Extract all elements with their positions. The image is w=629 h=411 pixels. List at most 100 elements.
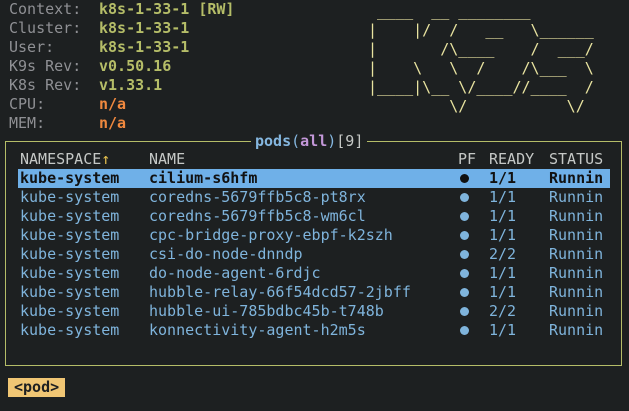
- column-header-pf[interactable]: PF: [458, 150, 484, 169]
- sort-arrow-icon: ↑: [101, 150, 111, 168]
- k9s-logo: ____ __ ________ | |/ / __ \______ | /\_…: [368, 2, 594, 115]
- k8s-rev-label: K8s Rev:: [9, 76, 82, 94]
- context-label: Context:: [9, 0, 82, 18]
- cell-namespace: kube-system: [20, 188, 120, 206]
- cell-pf: [458, 245, 484, 264]
- cell-name: coredns-5679ffb5c8-pt8rx: [149, 188, 366, 206]
- mem-value: n/a: [99, 114, 127, 132]
- table-row[interactable]: kube-system konnectivity-agent-h2m5s 1/1 Ru…: [18, 321, 610, 340]
- cell-pf: [458, 207, 484, 226]
- cell-namespace: kube-system: [20, 207, 120, 225]
- port-forward-dot-icon: [460, 174, 469, 183]
- table-row[interactable]: kube-system hubble-relay-66f54dcd57-2jbff…: [18, 283, 610, 302]
- cell-status: Runnin: [549, 321, 604, 339]
- cell-status: Runnin: [549, 226, 604, 244]
- port-forward-dot-icon: [460, 212, 469, 221]
- header-k9s-rev: K9s Rev: v0.50.16: [9, 57, 171, 76]
- column-header-name[interactable]: NAME: [149, 150, 454, 169]
- header-context: Context: k8s-1-33-1 [RW]: [9, 0, 234, 19]
- pane-resource: pods: [255, 132, 292, 150]
- table-row[interactable]: kube-system cilium-s6hfm 1/1 Runnin: [18, 169, 610, 188]
- header-cluster: Cluster: k8s-1-33-1: [9, 19, 189, 38]
- header-mem: MEM: n/a: [9, 114, 126, 133]
- cell-pf: [458, 226, 484, 245]
- table-body: kube-system cilium-s6hfm 1/1 Runnin kube-sys…: [18, 169, 610, 340]
- cell-status: Runnin: [549, 188, 604, 206]
- table-row[interactable]: kube-system do-node-agent-6rdjc 1/1 Runnin: [18, 264, 610, 283]
- table-row[interactable]: kube-system cpc-bridge-proxy-ebpf-k2szh 1/…: [18, 226, 610, 245]
- pane-count: [9]: [336, 132, 364, 150]
- table-row[interactable]: kube-system csi-do-node-dnndp 2/2 Runnin: [18, 245, 610, 264]
- k9s-rev-value: v0.50.16: [99, 57, 172, 75]
- cell-name: csi-do-node-dnndp: [149, 245, 303, 263]
- cell-namespace: kube-system: [20, 264, 120, 282]
- port-forward-dot-icon: [460, 269, 469, 278]
- cell-status: Runnin: [549, 283, 604, 301]
- cell-ready: 2/2: [489, 245, 517, 263]
- cell-ready: 1/1: [489, 283, 517, 301]
- port-forward-dot-icon: [460, 288, 469, 297]
- cell-status: Runnin: [549, 245, 604, 263]
- cell-ready: 1/1: [489, 169, 517, 187]
- table-row[interactable]: kube-system coredns-5679ffb5c8-pt8rx 1/1 Ru…: [18, 188, 610, 207]
- pane-close-paren: ): [327, 132, 337, 150]
- port-forward-dot-icon: [460, 326, 469, 335]
- cell-namespace: kube-system: [20, 169, 120, 187]
- cell-name: hubble-ui-785bdbc45b-t748b: [149, 302, 384, 320]
- breadcrumb-pod[interactable]: <pod>: [8, 378, 66, 397]
- user-label: User:: [9, 38, 55, 56]
- header-user: User: k8s-1-33-1: [9, 38, 189, 57]
- cell-namespace: kube-system: [20, 245, 120, 263]
- cell-status: Runnin: [549, 169, 604, 187]
- header-cpu: CPU: n/a: [9, 95, 126, 114]
- cell-name: hubble-relay-66f54dcd57-2jbff: [149, 283, 411, 301]
- pods-table: NAMESPACE↑ NAME PF READY STATUS kube-sys…: [18, 150, 610, 340]
- k8s-rev-value: v1.33.1: [99, 76, 163, 94]
- port-forward-dot-icon: [460, 307, 469, 316]
- cpu-label: CPU:: [9, 95, 46, 113]
- cell-ready: 1/1: [489, 188, 517, 206]
- cell-ready: 1/1: [489, 321, 517, 339]
- port-forward-dot-icon: [460, 250, 469, 259]
- cell-namespace: kube-system: [20, 302, 120, 320]
- mem-label: MEM:: [9, 114, 46, 132]
- column-header-status[interactable]: STATUS: [549, 150, 610, 169]
- table-header: NAMESPACE↑ NAME PF READY STATUS: [18, 150, 610, 169]
- cluster-value: k8s-1-33-1: [99, 19, 190, 37]
- port-forward-dot-icon: [460, 193, 469, 202]
- cell-name: konnectivity-agent-h2m5s: [149, 321, 366, 339]
- cell-pf: [458, 283, 484, 302]
- pane-scope: all: [300, 132, 328, 150]
- cell-namespace: kube-system: [20, 283, 120, 301]
- cell-pf: [458, 188, 484, 207]
- cell-ready: 1/1: [489, 207, 517, 225]
- user-value: k8s-1-33-1: [99, 38, 190, 56]
- cell-status: Runnin: [549, 264, 604, 282]
- table-row[interactable]: kube-system coredns-5679ffb5c8-wm6cl 1/1 Ru…: [18, 207, 610, 226]
- column-header-ready[interactable]: READY: [489, 150, 547, 169]
- cell-name: cpc-bridge-proxy-ebpf-k2szh: [149, 226, 393, 244]
- table-row[interactable]: kube-system hubble-ui-785bdbc45b-t748b 2/2…: [18, 302, 610, 321]
- cell-name: do-node-agent-6rdjc: [149, 264, 321, 282]
- column-header-namespace[interactable]: NAMESPACE↑: [20, 150, 145, 169]
- pane-title: pods(all)[9]: [251, 131, 368, 151]
- cell-pf: [458, 321, 484, 340]
- cell-pf: [458, 264, 484, 283]
- cell-ready: 1/1: [489, 226, 517, 244]
- k9s-rev-label: K9s Rev:: [9, 57, 82, 75]
- cell-namespace: kube-system: [20, 226, 120, 244]
- header-k8s-rev: K8s Rev: v1.33.1: [9, 76, 162, 95]
- cell-status: Runnin: [549, 302, 604, 320]
- cell-ready: 2/2: [489, 302, 517, 320]
- cell-name: coredns-5679ffb5c8-wm6cl: [149, 207, 366, 225]
- cell-namespace: kube-system: [20, 321, 120, 339]
- cell-pf: [458, 302, 484, 321]
- pane-open-paren: (: [291, 132, 301, 150]
- context-value: k8s-1-33-1 [RW]: [99, 0, 235, 18]
- cell-ready: 1/1: [489, 264, 517, 282]
- cell-name: cilium-s6hfm: [149, 169, 258, 187]
- cell-pf: [458, 169, 484, 188]
- port-forward-dot-icon: [460, 231, 469, 240]
- cell-status: Runnin: [549, 207, 604, 225]
- cpu-value: n/a: [99, 95, 127, 113]
